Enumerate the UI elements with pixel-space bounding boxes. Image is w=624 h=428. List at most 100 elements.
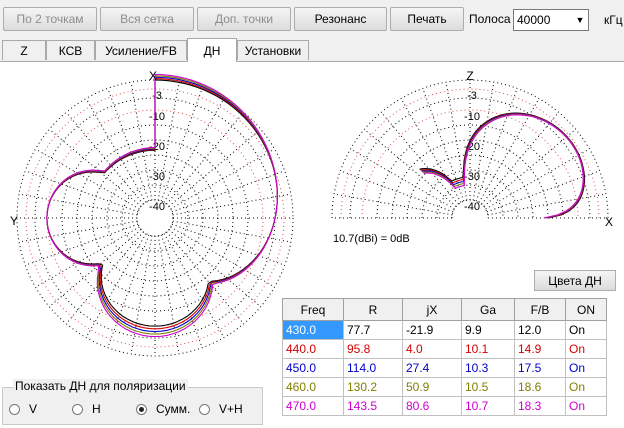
table-cell[interactable]: 430.0 [282, 320, 344, 340]
table-row[interactable]: 430.0 77.7 -21.9 9.9 12.0 On [282, 320, 607, 340]
table-cell[interactable]: 450.0 [282, 358, 344, 378]
left-x-axis-label: X [149, 69, 157, 83]
table-cell[interactable]: 460.0 [282, 377, 344, 397]
table-row[interactable]: 470.0 143.5 80.6 10.7 18.3 On [282, 396, 607, 416]
table-cell[interactable]: On [565, 377, 607, 397]
ring-tick-label: -10 [149, 111, 165, 123]
grid-spoke [168, 128, 262, 207]
grid-ring [121, 184, 189, 252]
table-row[interactable]: 450.0 114.0 27.4 10.3 17.5 On [282, 358, 607, 378]
ring-tick-label: -30 [464, 171, 480, 183]
radio-sum[interactable]: Сумм. [136, 402, 190, 416]
table-cell[interactable]: 114.0 [343, 358, 403, 378]
radio-v-plus-h-label: V+H [219, 402, 243, 416]
ring-tick-label: -3 [152, 90, 162, 102]
grid-spoke [171, 170, 285, 213]
ring-tick-label: -40 [464, 201, 480, 213]
table-cell[interactable]: 10.1 [461, 339, 515, 359]
col-fb-header[interactable]: F/B [514, 298, 566, 321]
table-cell[interactable]: 27.4 [402, 358, 462, 378]
grid-spoke [171, 223, 285, 266]
table-cell[interactable]: 10.3 [461, 358, 515, 378]
table-cell[interactable]: 143.5 [343, 396, 403, 416]
grid-spoke [166, 111, 245, 205]
table-cell[interactable]: On [565, 358, 607, 378]
table-cell[interactable]: 17.5 [514, 358, 566, 378]
col-on-header[interactable]: ON [565, 298, 607, 321]
grid-spoke [422, 88, 465, 202]
col-ga-header[interactable]: Ga [461, 298, 515, 321]
table-cell[interactable]: 12.0 [514, 320, 566, 340]
table-cell[interactable]: 10.7 [461, 396, 515, 416]
grid-spoke [487, 193, 606, 216]
table-cell[interactable]: 440.0 [282, 339, 344, 359]
ring-tick-label: -20 [149, 141, 165, 153]
radio-dot-selected-icon [136, 403, 147, 415]
polarization-legend: Показать ДН для поляризации [13, 379, 188, 393]
col-freq-header[interactable]: Freq [282, 298, 344, 321]
table-cell[interactable]: 80.6 [402, 396, 462, 416]
table-cell[interactable]: 95.8 [343, 339, 403, 359]
table-cell[interactable]: 130.2 [343, 377, 403, 397]
grid-spoke [19, 193, 138, 216]
grid-spoke [170, 226, 275, 288]
ring-tick-label: -40 [149, 201, 165, 213]
grid-ring [106, 169, 204, 267]
grid-spoke [48, 128, 142, 207]
radio-h-label: H [92, 402, 101, 416]
table-row[interactable]: 440.0 95.8 4.0 10.1 14.9 On [282, 339, 607, 359]
radio-v-plus-h[interactable]: V+H [199, 402, 243, 416]
ring-tick-label: -3 [467, 90, 477, 102]
table-cell[interactable]: 14.9 [514, 339, 566, 359]
right-x-axis-label: X [605, 215, 613, 229]
grid-spoke [19, 220, 138, 243]
tab-pattern[interactable]: ДН [187, 38, 237, 62]
grid-spoke [475, 88, 518, 202]
grid-spoke [363, 128, 457, 207]
table-cell[interactable]: 10.5 [461, 377, 515, 397]
table-cell[interactable]: 50.9 [402, 377, 462, 397]
radio-dot-icon [199, 403, 210, 415]
table-cell[interactable]: On [565, 320, 607, 340]
table-cell[interactable]: 18.6 [514, 377, 566, 397]
left-y-axis-label: Y [10, 214, 18, 228]
table-cell[interactable]: 77.7 [343, 320, 403, 340]
col-r-header[interactable]: R [343, 298, 403, 321]
ring-tick-label: -10 [464, 111, 480, 123]
radio-h[interactable]: H [72, 402, 101, 416]
grid-spoke [48, 229, 142, 308]
pattern-colors-button[interactable]: Цвета ДН [534, 270, 616, 291]
grid-spoke [107, 88, 150, 202]
grid-spoke [485, 148, 590, 210]
table-cell[interactable]: 9.9 [461, 320, 515, 340]
table-cell[interactable]: 18.3 [514, 396, 566, 416]
table-cell[interactable]: -21.9 [402, 320, 462, 340]
grid-spoke [350, 148, 455, 210]
col-jx-header[interactable]: jX [402, 298, 462, 321]
ring-tick-label: -30 [149, 171, 165, 183]
radio-v-label: V [29, 402, 38, 416]
radio-dot-icon [9, 403, 20, 415]
table-cell[interactable]: 4.0 [402, 339, 462, 359]
elevation-plot: -3-10-20-30-40 [331, 79, 609, 219]
gain-reference-note: 10.7(dBi) = 0dB [333, 233, 410, 245]
grid-spoke [400, 98, 462, 203]
table-cell[interactable]: On [565, 396, 607, 416]
grid-spoke [160, 88, 203, 202]
table-row[interactable]: 460.0 130.2 50.9 10.5 18.6 On [282, 377, 607, 397]
grid-spoke [340, 170, 454, 213]
grid-spoke [25, 170, 139, 213]
polarization-group: Показать ДН для поляризации V H Сумм. V+… [2, 379, 263, 425]
right-z-axis-label: Z [466, 69, 473, 83]
radio-v[interactable]: V [9, 402, 37, 416]
grid-spoke [65, 111, 144, 205]
radio-sum-label: Сумм. [156, 402, 191, 416]
grid-spoke [163, 98, 225, 203]
grid-spoke [483, 128, 577, 207]
azimuth-plot: -3 -10 -20 -30 -40 [16, 73, 294, 357]
table-cell[interactable]: 470.0 [282, 396, 344, 416]
grid-ring [340, 88, 600, 219]
results-table: Freq R jX Ga F/B ON 430.0 77.7 -21.9 9.9 12.… [282, 298, 607, 416]
table-cell[interactable]: On [565, 339, 607, 359]
grid-spoke [170, 148, 275, 210]
